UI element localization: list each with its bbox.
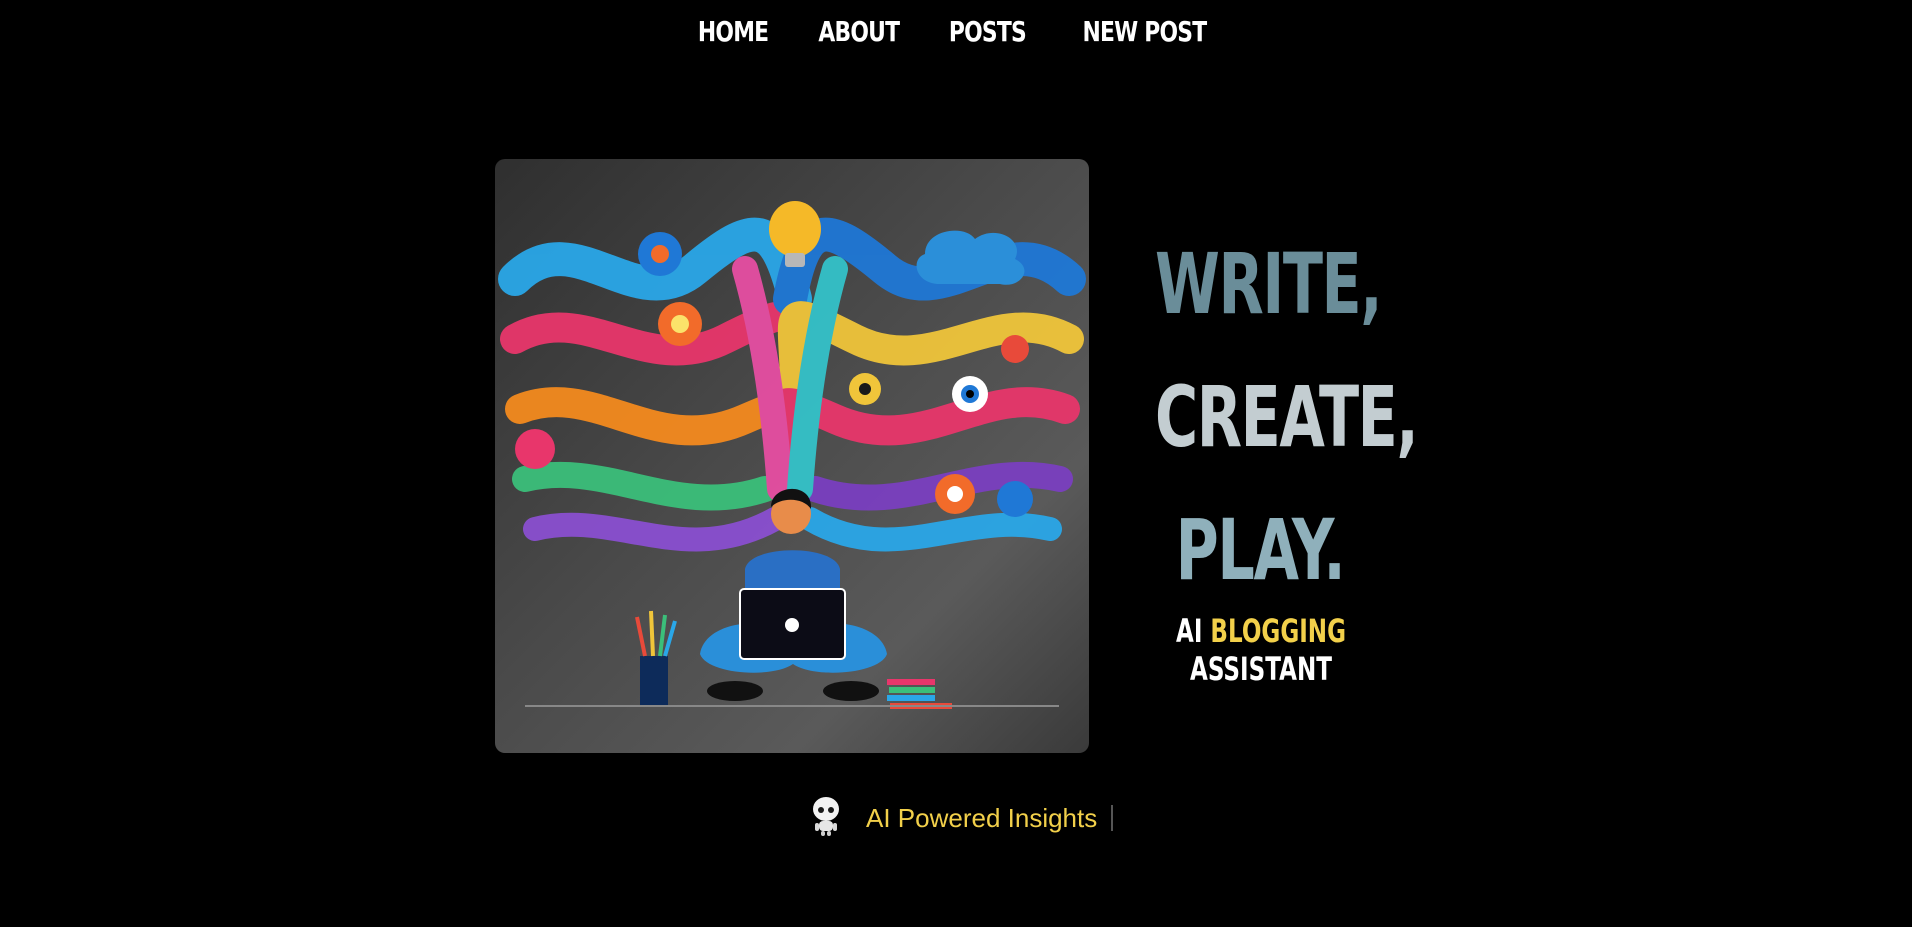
hero-headline: WRITE, CREATE, PLAY.: [1110, 218, 1419, 617]
tagline-ai: AI: [1175, 612, 1203, 650]
nav-about-link[interactable]: ABOUT: [818, 15, 900, 48]
headline-line-write: WRITE,: [1155, 235, 1383, 333]
typewriter-text: AI Powered Insights: [866, 802, 1098, 833]
hero-illustration: [495, 159, 1089, 753]
nav-posts-link[interactable]: POSTS: [949, 15, 1027, 48]
headline-line-play: PLAY.: [1175, 501, 1346, 599]
robot-icon: [810, 795, 842, 842]
nav-new-post-link[interactable]: NEW POST: [1082, 15, 1207, 48]
typewriter-banner: AI Powered Insights: [810, 796, 1114, 838]
tagline-assistant: ASSISTANT: [1190, 650, 1332, 688]
nav-home-link[interactable]: HOME: [698, 15, 769, 48]
headline-line-create: CREATE,: [1155, 368, 1419, 466]
tagline-blogging: BLOGGING: [1210, 612, 1347, 650]
typewriter-caret: [1111, 805, 1114, 831]
main-nav: HOME ABOUT POSTS NEW POST: [0, 0, 1912, 62]
hero-tagline: AI BLOGGING ASSISTANT: [1145, 612, 1377, 688]
